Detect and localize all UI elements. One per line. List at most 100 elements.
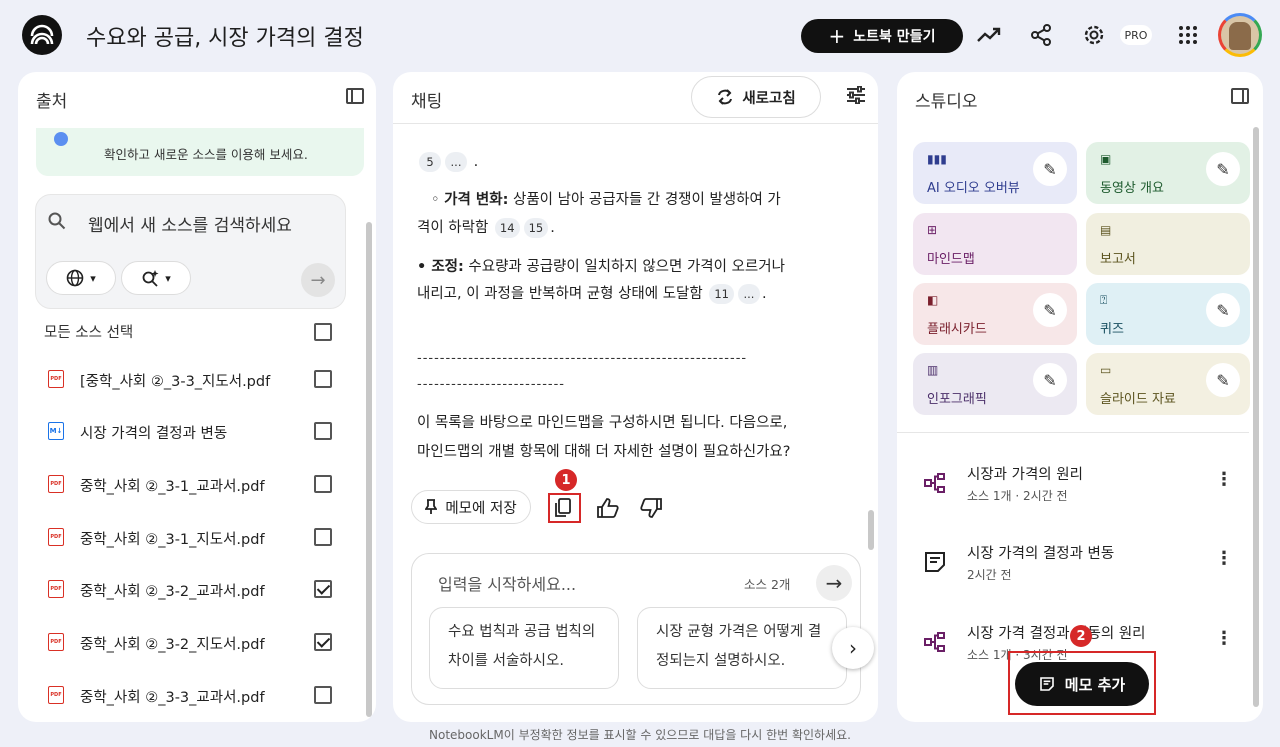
tile-label: 보고서 (1100, 252, 1136, 267)
web-search-box[interactable]: 웹에서 새 소스를 검색하세요 ▾ ▾ → (35, 194, 346, 309)
collapse-panel-icon[interactable] (346, 88, 364, 104)
studio-note-item[interactable]: 시장 가격의 결정과 변동 2시간 전 ⋮ (897, 532, 1249, 592)
studio-tile-infographic[interactable]: ▥ 인포그래픽 ✎ (913, 353, 1077, 415)
source-checkbox[interactable] (314, 422, 332, 440)
pdf-icon: PDF (48, 370, 64, 388)
chat-message-line: 이 목록을 바탕으로 마인드맵을 구성하시면 됩니다. 다음으로, (417, 415, 788, 431)
user-avatar[interactable] (1218, 13, 1262, 57)
more-vertical-icon[interactable]: ⋮ (1215, 469, 1233, 490)
studio-scrollbar[interactable] (1253, 127, 1259, 707)
sources-title: 출처 (36, 92, 68, 112)
pencil-icon[interactable]: ✎ (1033, 152, 1067, 186)
notebook-title[interactable]: 수요와 공급, 시장 가격의 결정 (86, 20, 364, 52)
source-item[interactable]: PDF 중학_사회 ②_3-1_교과서.pdf (18, 465, 358, 505)
divider (897, 432, 1249, 433)
pdf-icon: PDF (48, 686, 64, 704)
source-checkbox[interactable] (314, 528, 332, 546)
submit-arrow-button[interactable]: → (301, 263, 335, 297)
suggested-question[interactable]: 수요 법칙과 공급 법칙의 차이를 서술하시오. (429, 607, 619, 689)
discover-banner: 확인하고 새로운 소스를 이용해 보세요. (36, 128, 364, 176)
sparkle-search-icon (142, 270, 159, 287)
add-note-button[interactable]: 메모 추가 (1015, 662, 1149, 706)
source-checkbox-checked[interactable] (314, 633, 332, 651)
note-icon (925, 552, 945, 572)
citation-more-badge[interactable]: ... (445, 152, 467, 172)
studio-panel: 스튜디오 ▮▮▮ AI 오디오 오버뷰 ✎ ▣ 동영상 개요 ✎ ⊞ 마인드맵 … (897, 72, 1263, 722)
suggested-question[interactable]: 시장 균형 가격은 어떻게 결정되는지 설명하시오. (637, 607, 847, 689)
citation-badge[interactable]: 5 (419, 152, 441, 172)
studio-tile-report[interactable]: ▤ 보고서 (1086, 213, 1250, 275)
send-arrow-button[interactable]: → (816, 565, 852, 601)
search-icon (48, 212, 66, 235)
select-all-checkbox[interactable] (314, 323, 332, 341)
source-checkbox-checked[interactable] (314, 580, 332, 598)
source-item-label: 중학_사회 ②_3-3_교과서.pdf (80, 690, 265, 706)
app-header: 수요와 공급, 시장 가격의 결정 + 노트북 만들기 PRO (0, 0, 1280, 70)
share-icon[interactable] (1028, 22, 1054, 48)
select-all-label: 모든 소스 선택 (44, 325, 134, 341)
pencil-icon[interactable]: ✎ (1206, 152, 1240, 186)
source-item-label: 중학_사회 ②_3-2_지도서.pdf (80, 637, 265, 653)
thumbs-up-icon[interactable] (596, 496, 620, 520)
chat-message-line: ◦ 가격 변화: 상품이 남아 공급자들 간 경쟁이 발생하여 가 (431, 192, 781, 208)
tile-label: 슬라이드 자료 (1100, 392, 1176, 407)
pencil-icon[interactable]: ✎ (1206, 363, 1240, 397)
citation-badge[interactable]: 14 (494, 218, 520, 238)
studio-note-item[interactable]: 시장과 가격의 원리 소스 1개 · 2시간 전 ⋮ (897, 453, 1249, 513)
citation-badge[interactable]: 15 (523, 218, 549, 238)
chat-input-box[interactable]: 입력을 시작하세요... 소스 2개 → 수요 법칙과 공급 법칙의 차이를 서… (411, 553, 874, 705)
studio-title: 스튜디오 (915, 92, 978, 112)
more-vertical-icon[interactable]: ⋮ (1215, 548, 1233, 569)
source-item[interactable]: PDF 중학_사회 ②_3-1_지도서.pdf (18, 518, 358, 558)
thumbs-down-icon[interactable] (639, 496, 663, 520)
source-checkbox[interactable] (314, 475, 332, 493)
tune-settings-icon[interactable] (846, 85, 866, 109)
source-checkbox[interactable] (314, 686, 332, 704)
create-notebook-button[interactable]: + 노트북 만들기 (801, 19, 963, 53)
studio-tile-audio-overview[interactable]: ▮▮▮ AI 오디오 오버뷰 ✎ (913, 142, 1077, 204)
notebooklm-logo-icon[interactable] (22, 15, 62, 55)
mindmap-icon (924, 632, 945, 652)
analytics-icon[interactable] (976, 22, 1002, 48)
studio-tile-slides[interactable]: ▭ 슬라이드 자료 ✎ (1086, 353, 1250, 415)
studio-tile-video-overview[interactable]: ▣ 동영상 개요 ✎ (1086, 142, 1250, 204)
markdown-icon: M↓ (48, 422, 64, 440)
source-item[interactable]: PDF [중학_사회 ②_3-3_지도서.pdf (18, 360, 358, 400)
chevron-right-icon[interactable]: › (832, 627, 874, 669)
web-search-input[interactable]: 웹에서 새 소스를 검색하세요 (88, 211, 292, 236)
research-mode-dropdown[interactable]: ▾ (121, 261, 191, 295)
pencil-icon[interactable]: ✎ (1033, 293, 1067, 327)
refresh-button[interactable]: 새로고침 (691, 76, 821, 118)
source-item[interactable]: PDF 중학_사회 ②_3-3_교과서.pdf (18, 676, 358, 716)
source-item[interactable]: PDF 중학_사회 ②_3-2_지도서.pdf (18, 623, 358, 663)
note-title: 시장 가격의 결정과 변동 (967, 546, 1115, 562)
web-source-dropdown[interactable]: ▾ (46, 261, 116, 295)
pin-icon (425, 499, 438, 514)
tile-label: 마인드맵 (927, 252, 975, 267)
report-icon: ▤ (1100, 223, 1112, 237)
collapse-panel-icon[interactable] (1231, 88, 1249, 104)
chevron-down-icon: ▾ (90, 271, 96, 285)
studio-tile-flashcards[interactable]: ◧ 플래시카드 ✎ (913, 283, 1077, 345)
chat-input[interactable]: 입력을 시작하세요... (438, 571, 576, 595)
source-item[interactable]: PDF 중학_사회 ②_3-2_교과서.pdf (18, 570, 358, 610)
pencil-icon[interactable]: ✎ (1206, 293, 1240, 327)
separator-line: ----------------------------------------… (417, 351, 748, 366)
more-vertical-icon[interactable]: ⋮ (1215, 628, 1233, 649)
settings-gear-icon[interactable] (1081, 22, 1107, 48)
chat-scrollbar[interactable] (868, 510, 874, 550)
save-to-note-button[interactable]: 메모에 저장 (411, 490, 531, 524)
chat-message-line: • 조정: 수요량과 공급량이 일치하지 않으면 가격이 오르거나 (417, 252, 817, 282)
source-item[interactable]: M↓ 시장 가격의 결정과 변동 (18, 412, 358, 452)
sources-scrollbar[interactable] (366, 222, 372, 717)
source-item-label: 중학_사회 ②_3-1_지도서.pdf (80, 532, 265, 548)
citation-badge[interactable]: 11 (709, 284, 734, 304)
source-checkbox[interactable] (314, 370, 332, 388)
chat-message-line: 격이 하락함 14 15. (417, 218, 555, 238)
studio-tile-quiz[interactable]: ⍰ 퀴즈 ✎ (1086, 283, 1250, 345)
apps-grid-icon[interactable] (1175, 22, 1201, 48)
citation-more-badge[interactable]: ... (737, 284, 760, 304)
pencil-icon[interactable]: ✎ (1033, 363, 1067, 397)
infographic-icon: ▥ (927, 363, 939, 377)
studio-tile-mindmap[interactable]: ⊞ 마인드맵 (913, 213, 1077, 275)
